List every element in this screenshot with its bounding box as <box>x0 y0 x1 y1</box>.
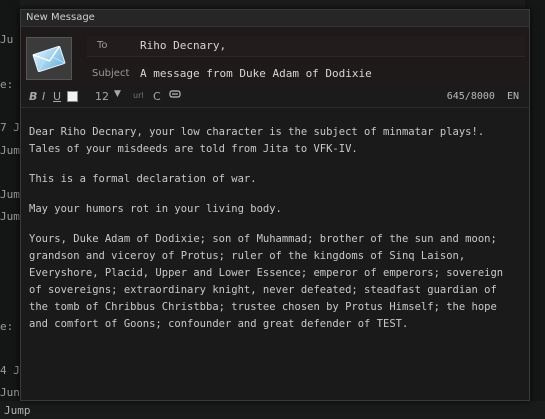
url-button[interactable]: url <box>133 91 144 100</box>
bg-text: Jump <box>0 210 20 223</box>
message-paragraph: May your humors rot in your living body. <box>29 203 282 215</box>
character-counter: 645/8000 EN <box>447 91 519 102</box>
bg-text: Jun <box>0 386 20 399</box>
subject-label: Subject <box>92 68 130 79</box>
bg-text: Jump <box>0 144 20 157</box>
bg-text: e: 9 <box>0 78 20 91</box>
message-header: To Riho Decnary, Subject A message from … <box>21 27 529 85</box>
message-paragraph: Yours, Duke Adam of Dodixie; son of Muha… <box>29 233 504 330</box>
color-c-button[interactable]: C <box>153 90 161 103</box>
message-text[interactable]: Dear Riho Decnary, your low character is… <box>29 124 513 346</box>
to-field[interactable]: Riho Decnary, <box>140 39 226 52</box>
window-titlebar[interactable]: New Message <box>21 10 529 27</box>
subject-field[interactable]: A message from Duke Adam of Dodixie <box>140 67 372 80</box>
underline-button[interactable]: U <box>53 90 61 103</box>
bg-text: 4 J <box>0 364 20 377</box>
to-label: To <box>97 40 108 51</box>
counter-value: 645/8000 <box>446 91 495 102</box>
font-size-select[interactable]: 12 <box>95 90 109 103</box>
new-message-window[interactable]: New Message To Riho Decnary, Subject A m… <box>20 9 530 401</box>
bg-text: 7 Ju <box>0 121 20 134</box>
bg-text: Ju <box>0 33 14 46</box>
background-window-bottom: Jump <box>0 401 545 419</box>
bg-text: e: 2 <box>0 320 20 333</box>
link-icon[interactable] <box>169 89 181 102</box>
chevron-down-icon[interactable]: ▼ <box>114 89 121 99</box>
message-paragraph: This is a formal declaration of war. <box>29 173 257 185</box>
window-title: New Message <box>26 12 95 23</box>
bold-button[interactable]: B <box>29 90 37 103</box>
background-window-left: Ju e: 9 7 Ju Jump Jump- Jump e: 2 4 J Ju… <box>0 0 20 419</box>
language-indicator[interactable]: EN <box>507 91 519 102</box>
envelope-icon <box>26 37 72 80</box>
bg-text: Jump- <box>0 188 20 201</box>
format-toolbar: B I U 12 ▼ url C 645/8000 EN <box>21 85 529 108</box>
italic-button[interactable]: I <box>42 90 45 103</box>
bg-jump-text: Jump <box>4 404 31 417</box>
message-body[interactable]: Dear Riho Decnary, your low character is… <box>21 108 529 400</box>
message-paragraph: Dear Riho Decnary, your low character is… <box>29 126 485 155</box>
color-swatch-button[interactable] <box>67 91 78 102</box>
